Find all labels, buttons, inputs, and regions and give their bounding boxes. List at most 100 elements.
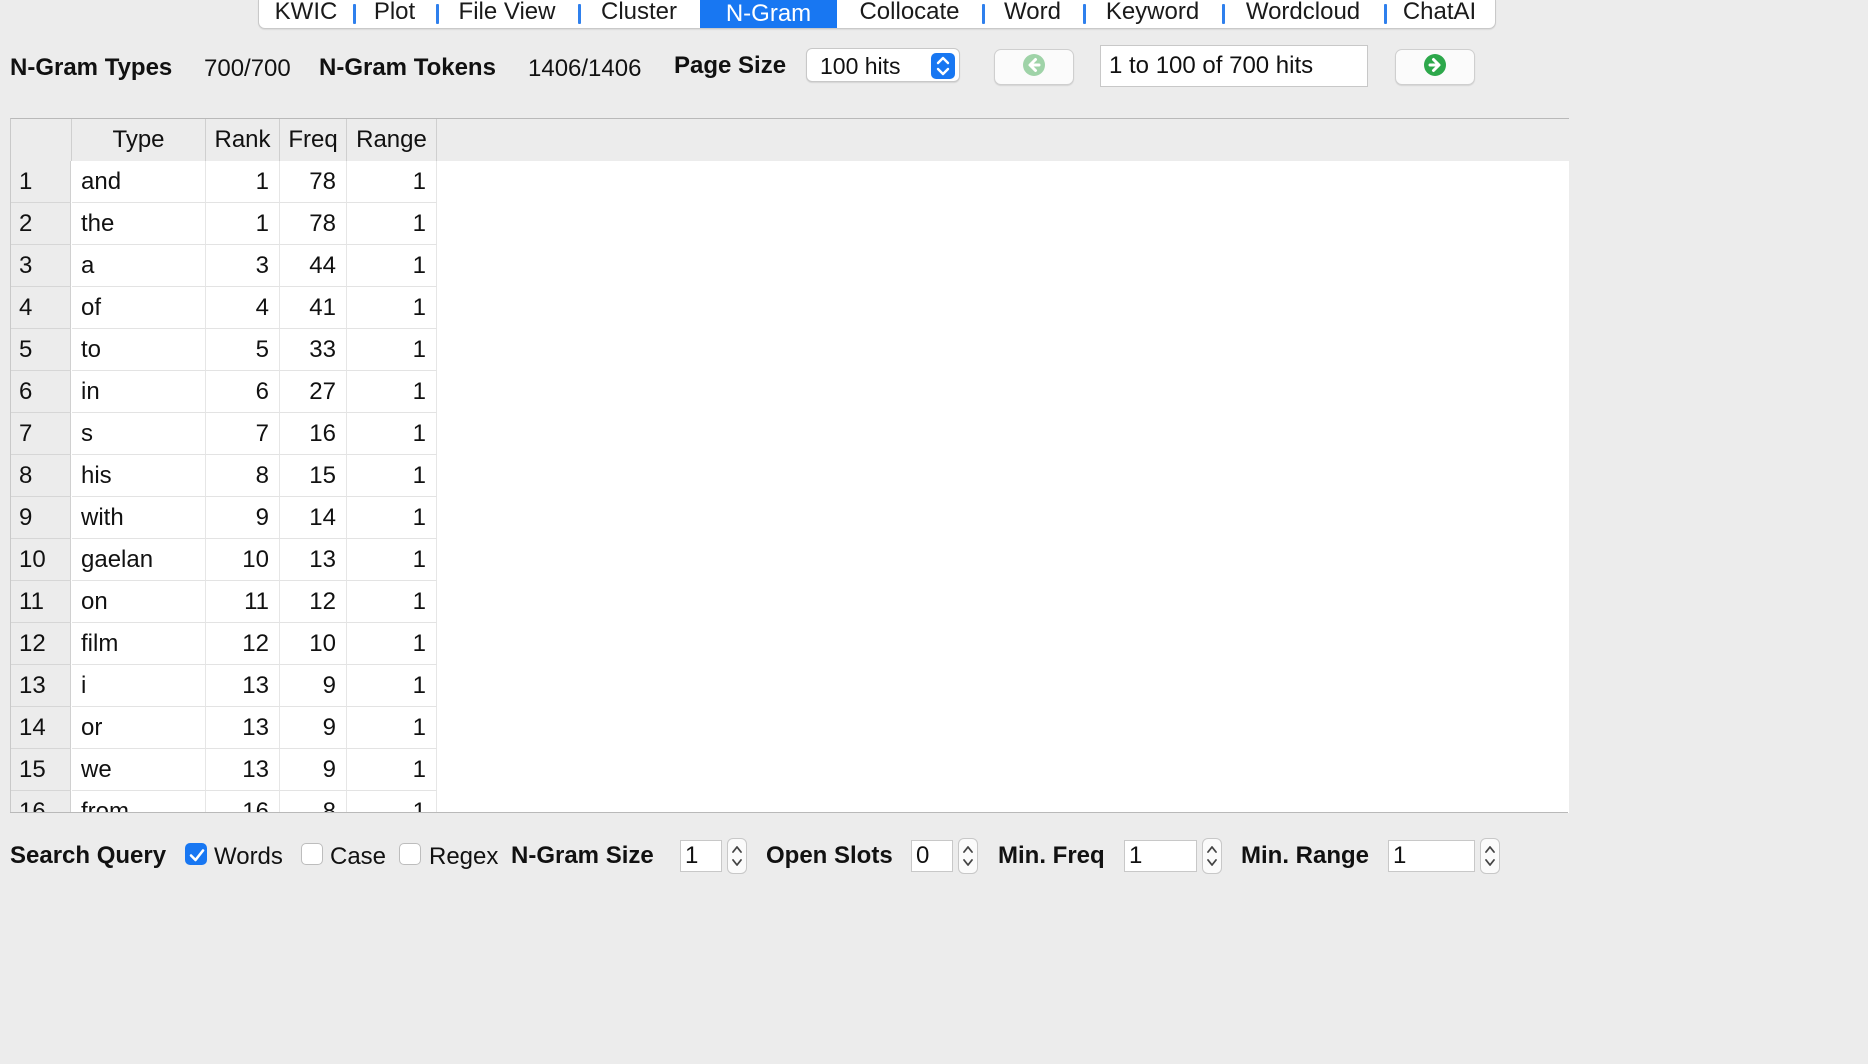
range-cell: 1	[347, 539, 437, 581]
table-row[interactable]: 8 his 8 15 1	[11, 455, 437, 497]
column-header-rank[interactable]: Rank	[206, 119, 280, 161]
row-index: 10	[11, 539, 71, 581]
ngram-size-stepper[interactable]	[727, 838, 747, 874]
range-cell: 1	[347, 371, 437, 413]
column-header-type[interactable]: Type	[72, 119, 206, 161]
table-row[interactable]: 6 in 6 27 1	[11, 371, 437, 413]
stepper-arrows-icon	[732, 846, 742, 866]
case-checkbox-label[interactable]: Case	[330, 843, 386, 871]
page-size-value: 100 hits	[820, 53, 901, 79]
hits-range-field[interactable]: 1 to 100 of 700 hits	[1100, 45, 1368, 87]
range-cell: 1	[347, 245, 437, 287]
tab-wordcloud[interactable]: Wordcloud	[1222, 0, 1384, 28]
range-cell: 1	[347, 707, 437, 749]
ngram-size-label: N-Gram Size	[511, 842, 654, 869]
freq-cell: 15	[280, 455, 347, 497]
freq-cell: 27	[280, 371, 347, 413]
table-row[interactable]: 13 i 13 9 1	[11, 665, 437, 707]
type-cell: in	[72, 371, 206, 413]
table-row[interactable]: 3 a 3 44 1	[11, 245, 437, 287]
min-range-field[interactable]: 1	[1388, 840, 1475, 872]
range-cell: 1	[347, 161, 437, 203]
stepper-arrows-icon	[1485, 846, 1495, 866]
divider	[10, 812, 1568, 813]
type-cell: from	[72, 791, 206, 813]
table-row[interactable]: 7 s 7 16 1	[11, 413, 437, 455]
rank-cell: 10	[206, 539, 280, 581]
freq-cell: 78	[280, 161, 347, 203]
rank-cell: 7	[206, 413, 280, 455]
min-range-label: Min. Range	[1241, 842, 1370, 869]
page-size-select[interactable]: 100 hits	[806, 48, 960, 82]
table-row[interactable]: 16 from 16 8 1	[11, 791, 437, 813]
row-index: 6	[11, 371, 71, 413]
table-row[interactable]: 5 to 5 33 1	[11, 329, 437, 371]
regex-checkbox[interactable]	[399, 843, 421, 865]
table-row[interactable]: 4 of 4 41 1	[11, 287, 437, 329]
range-cell: 1	[347, 203, 437, 245]
open-slots-field[interactable]: 0	[911, 840, 953, 872]
words-checkbox-label[interactable]: Words	[214, 843, 283, 871]
table-row[interactable]: 9 with 9 14 1	[11, 497, 437, 539]
rank-cell: 16	[206, 791, 280, 813]
table-row[interactable]: 12 film 12 10 1	[11, 623, 437, 665]
arrow-right-circle-icon	[1423, 53, 1447, 82]
tab-word[interactable]: Word	[982, 0, 1083, 28]
hits-range-text: 1 to 100 of 700 hits	[1109, 52, 1314, 79]
table-row[interactable]: 11 on 11 12 1	[11, 581, 437, 623]
open-slots-stepper[interactable]	[958, 838, 978, 874]
search-query-label: Search Query	[10, 842, 167, 869]
freq-cell: 9	[280, 707, 347, 749]
ngram-size-field[interactable]: 1	[680, 840, 722, 872]
tab-n-gram[interactable]: N-Gram	[700, 0, 837, 28]
freq-cell: 13	[280, 539, 347, 581]
range-cell: 1	[347, 287, 437, 329]
type-cell: his	[72, 455, 206, 497]
table-row[interactable]: 15 we 13 9 1	[11, 749, 437, 791]
ngram-tokens-label: N-Gram Tokens	[319, 54, 496, 81]
select-arrows-icon	[931, 53, 955, 79]
min-range-stepper[interactable]	[1480, 838, 1500, 874]
row-index: 4	[11, 287, 71, 329]
column-header-range[interactable]: Range	[347, 119, 437, 161]
row-index: 3	[11, 245, 71, 287]
freq-cell: 41	[280, 287, 347, 329]
row-index: 9	[11, 497, 71, 539]
search-query-bar: Search Query Words Case Regex N-Gram Siz…	[0, 830, 1568, 882]
arrow-left-circle-icon	[1022, 53, 1046, 82]
table-row[interactable]: 14 or 13 9 1	[11, 707, 437, 749]
min-freq-stepper[interactable]	[1202, 838, 1222, 874]
tab-cluster[interactable]: Cluster	[578, 0, 700, 28]
rank-cell: 3	[206, 245, 280, 287]
range-cell: 1	[347, 665, 437, 707]
freq-cell: 33	[280, 329, 347, 371]
rank-cell: 8	[206, 455, 280, 497]
open-slots-label: Open Slots	[766, 842, 893, 869]
case-checkbox[interactable]	[301, 843, 323, 865]
tab-kwic[interactable]: KWIC	[259, 0, 353, 28]
rank-cell: 13	[206, 707, 280, 749]
tab-file-view[interactable]: File View	[436, 0, 578, 28]
table-row[interactable]: 2 the 1 78 1	[11, 203, 437, 245]
range-cell: 1	[347, 497, 437, 539]
row-index: 15	[11, 749, 71, 791]
freq-cell: 16	[280, 413, 347, 455]
tab-plot[interactable]: Plot	[353, 0, 436, 28]
column-header-index[interactable]	[11, 119, 72, 161]
tab-collocate[interactable]: Collocate	[837, 0, 982, 28]
tab-keyword[interactable]: Keyword	[1083, 0, 1222, 28]
table-row[interactable]: 10 gaelan 10 13 1	[11, 539, 437, 581]
range-cell: 1	[347, 791, 437, 813]
row-index: 1	[11, 161, 71, 203]
next-page-button[interactable]	[1395, 49, 1475, 85]
rank-cell: 13	[206, 749, 280, 791]
type-cell: of	[72, 287, 206, 329]
regex-checkbox-label[interactable]: Regex	[429, 843, 498, 871]
previous-page-button[interactable]	[994, 49, 1074, 85]
column-header-freq[interactable]: Freq	[280, 119, 347, 161]
table-row[interactable]: 1 and 1 78 1	[11, 161, 437, 203]
words-checkbox[interactable]	[185, 843, 207, 865]
page-size-label: Page Size	[674, 52, 787, 79]
tab-chatai[interactable]: ChatAI	[1384, 0, 1495, 28]
min-freq-field[interactable]: 1	[1124, 840, 1197, 872]
